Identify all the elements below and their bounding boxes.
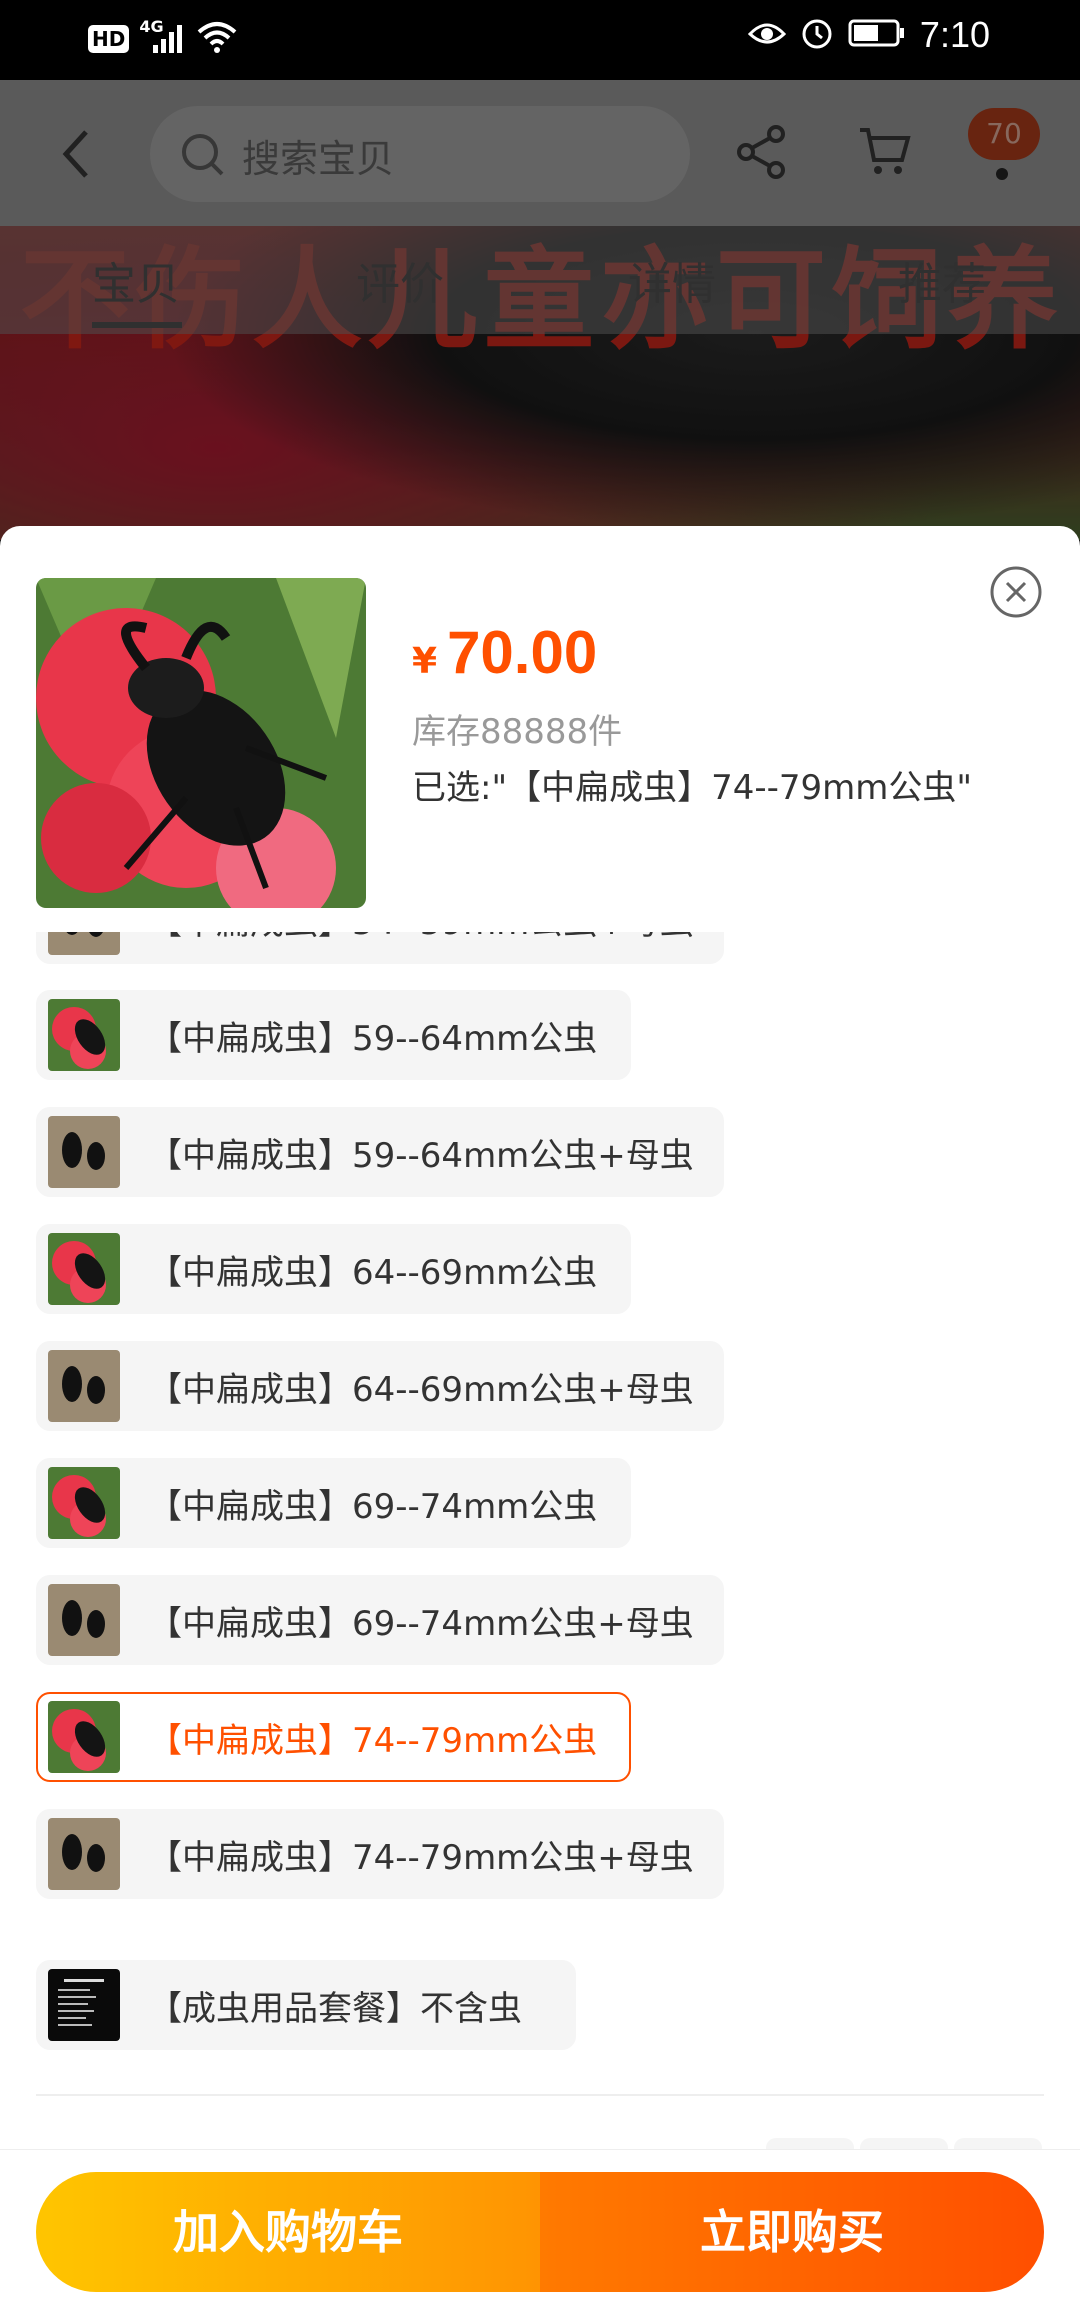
option-thumbnail-flower xyxy=(48,1467,120,1539)
product-page-background: 不伤人儿童亦可饲养 搜索宝贝 70 宝贝 评价 详情 推荐 xyxy=(0,80,1080,540)
status-bar: HD 4G 7:10 xyxy=(0,0,1080,80)
sku-option[interactable]: 【中扁成虫】74--79mm公虫+母虫 xyxy=(36,1809,724,1899)
sku-option[interactable]: 【成虫用品套餐】不含虫 xyxy=(36,1960,576,2050)
option-thumbnail-flower xyxy=(48,999,120,1071)
price-currency: ¥ xyxy=(412,641,438,682)
sku-selection-sheet: ¥ 70.00 库存88888件 已选:"【中扁成虫】74--79mm公虫" 【… xyxy=(0,526,1080,2312)
buy-now-button[interactable]: 立即购买 xyxy=(540,2172,1044,2292)
close-icon[interactable] xyxy=(990,566,1042,618)
option-label: 【成虫用品套餐】不含虫 xyxy=(148,1988,522,2029)
option-label: 【中扁成虫】59--64mm公虫+母虫 xyxy=(148,1135,694,1176)
option-label: 【中扁成虫】64--69mm公虫+母虫 xyxy=(148,1369,694,1410)
option-thumbnail-flower xyxy=(48,1701,120,1773)
option-thumbnail-pair xyxy=(48,1818,120,1890)
price: ¥ 70.00 xyxy=(412,618,597,687)
sku-options-list[interactable]: 【中扁成虫】54--59mm公虫+母虫 【中扁成虫】59--64mm公虫 【中扁… xyxy=(36,932,1046,1942)
sku-option-selected[interactable]: 【中扁成虫】74--79mm公虫 xyxy=(36,1692,631,1782)
wifi-icon xyxy=(197,20,237,58)
action-bar: 加入购物车 立即购买 xyxy=(0,2149,1080,2312)
cellular-signal-icon: 4G xyxy=(139,17,187,55)
clock-time: 7:10 xyxy=(919,14,990,55)
sku-option[interactable]: 【中扁成虫】59--64mm公虫+母虫 xyxy=(36,1107,724,1197)
selected-sku-text: 已选:"【中扁成虫】74--79mm公虫" xyxy=(412,768,973,808)
eye-comfort-icon xyxy=(747,18,787,52)
sku-option[interactable]: 【中扁成虫】64--69mm公虫 xyxy=(36,1224,631,1314)
option-thumbnail-pair xyxy=(48,1116,120,1188)
option-thumbnail-pair xyxy=(48,1350,120,1422)
sku-option[interactable]: 【中扁成虫】69--74mm公虫 xyxy=(36,1458,631,1548)
sku-option[interactable]: 【中扁成虫】59--64mm公虫 xyxy=(36,990,631,1080)
option-label: 【中扁成虫】69--74mm公虫 xyxy=(148,1486,598,1527)
option-thumbnail-pair xyxy=(48,932,120,955)
option-thumbnail-package-list xyxy=(48,1969,120,2041)
stock-count: 库存88888件 xyxy=(412,712,623,752)
modal-overlay[interactable] xyxy=(0,80,1080,540)
option-label: 【中扁成虫】59--64mm公虫 xyxy=(148,1018,598,1059)
option-label: 【中扁成虫】74--79mm公虫 xyxy=(148,1720,598,1761)
sku-option[interactable]: 【中扁成虫】64--69mm公虫+母虫 xyxy=(36,1341,724,1431)
add-to-cart-button[interactable]: 加入购物车 xyxy=(36,2172,540,2292)
sku-option[interactable]: 【中扁成虫】69--74mm公虫+母虫 xyxy=(36,1575,724,1665)
product-thumbnail[interactable] xyxy=(36,578,366,908)
alarm-icon xyxy=(800,16,834,54)
hd-badge: HD xyxy=(88,25,130,53)
option-thumbnail-pair xyxy=(48,1584,120,1656)
battery-icon xyxy=(848,18,906,52)
option-label: 【中扁成虫】54--59mm公虫+母虫 xyxy=(148,932,714,944)
option-label: 【中扁成虫】64--69mm公虫 xyxy=(148,1252,598,1293)
option-thumbnail-flower xyxy=(48,1233,120,1305)
price-value: 70.00 xyxy=(447,619,598,686)
section-divider xyxy=(36,2094,1044,2096)
option-label: 【中扁成虫】69--74mm公虫+母虫 xyxy=(148,1603,694,1644)
option-label: 【中扁成虫】74--79mm公虫+母虫 xyxy=(148,1837,694,1878)
sku-option[interactable]: 【中扁成虫】54--59mm公虫+母虫 xyxy=(36,932,724,964)
